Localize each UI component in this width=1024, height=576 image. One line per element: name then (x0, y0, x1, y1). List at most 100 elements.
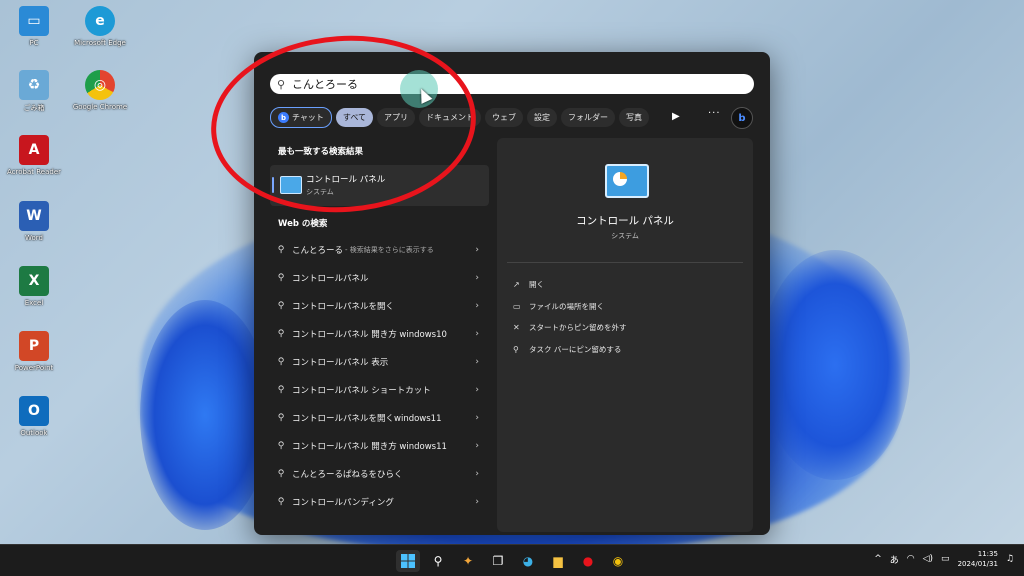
filter-web[interactable]: ウェブ (485, 108, 524, 127)
web-search-item[interactable]: ⚲ コントロールパネルを開くwindows11 › (270, 404, 489, 432)
desktop-icon-recycle-bin[interactable]: ♻ ごみ箱 (2, 70, 66, 113)
powerpoint-icon: P (19, 331, 49, 361)
chevron-right-icon: › (475, 385, 479, 395)
search-icon: ⚲ (277, 497, 285, 507)
recycle-bin-icon: ♻ (19, 70, 49, 100)
search-icon: ⚲ (276, 77, 286, 91)
folder-icon: ▭ (513, 301, 521, 311)
taskbar-file-explorer[interactable]: ▆ (546, 550, 570, 572)
notification-bell-icon[interactable]: ♫ (1006, 554, 1014, 564)
chevron-right-icon: › (475, 329, 479, 339)
web-search-item[interactable]: ⚲ コントロールパネル 表示 › (270, 348, 489, 376)
filter-chat[interactable]: b チャット (270, 107, 332, 128)
task-view-button[interactable]: ❐ (486, 550, 510, 572)
web-search-item[interactable]: ⚲ コントロールパネルを開く › (270, 292, 489, 320)
more-options-icon[interactable]: ··· (708, 108, 721, 119)
action-pin-taskbar[interactable]: ⚲ タスク バーにピン留めする (513, 339, 627, 361)
web-search-item[interactable]: ⚲ コントロールパネル ショートカット › (270, 376, 489, 404)
system-tray: ^ あ ◠ ◁) ▭ 11:35 2024/01/31 ♫ (874, 549, 1014, 569)
web-search-item[interactable]: ⚲ コントロールパンディング › (270, 488, 489, 516)
bing-chat-icon: b (278, 112, 289, 123)
search-icon: ⚲ (277, 357, 285, 367)
search-icon: ⚲ (277, 413, 285, 423)
web-search-item[interactable]: ⚲ こんとろーるぱねるをひらく › (270, 460, 489, 488)
desktop-icon-edge[interactable]: e Microsoft Edge (68, 6, 132, 47)
desktop-icon-powerpoint[interactable]: P PowerPoint (2, 331, 66, 372)
desktop-icon-label: PowerPoint (14, 364, 54, 372)
preview-subtitle: システム (611, 232, 639, 240)
taskbar-apps: ⚲ ✦ ❐ ◕ ▆ ● ◉ (396, 550, 630, 572)
search-icon: ⚲ (277, 245, 285, 255)
desktop-icon-excel[interactable]: X Excel (2, 266, 66, 307)
pc-icon: ▭ (19, 6, 49, 36)
search-input[interactable] (292, 77, 732, 91)
bing-icon[interactable]: b (731, 107, 753, 129)
taskbar: ⚲ ✦ ❐ ◕ ▆ ● ◉ ^ あ ◠ ◁) ▭ 11:35 2024/01/3… (0, 544, 1024, 576)
web-search-item[interactable]: ⚲ コントロールパネル 開き方 windows10 › (270, 320, 489, 348)
search-icon: ⚲ (277, 469, 285, 479)
action-open-file-location[interactable]: ▭ ファイルの場所を開く (513, 296, 627, 318)
action-open[interactable]: ↗ 開く (513, 274, 627, 296)
taskbar-recorder[interactable]: ● (576, 550, 600, 572)
chrome-icon: ◎ (85, 70, 115, 100)
web-search-item[interactable]: ⚲ コントロールパネル 開き方 windows11 › (270, 432, 489, 460)
action-unpin-start[interactable]: ✕ スタートからピン留めを外す (513, 317, 627, 339)
wifi-icon[interactable]: ◠ (907, 554, 915, 564)
preview-pane: コントロール パネル システム ↗ 開く ▭ ファイルの場所を開く ✕ スタート… (497, 138, 753, 532)
desktop-icon-outlook[interactable]: O Outlook (2, 396, 66, 437)
clock[interactable]: 11:35 2024/01/31 (958, 549, 998, 569)
web-search-heading: Web の検索 (278, 219, 328, 229)
web-search-list: ⚲ こんとろーる - 検索結果をさらに表示する › ⚲ コントロールパネル › … (270, 236, 489, 516)
filter-settings[interactable]: 設定 (527, 108, 558, 127)
filter-folders[interactable]: フォルダー (561, 108, 616, 127)
wallpaper-bloom-left (140, 300, 270, 530)
ime-indicator[interactable]: あ (890, 553, 899, 566)
filter-photos[interactable]: 写真 (619, 108, 650, 127)
filter-apps[interactable]: アプリ (377, 108, 416, 127)
selection-accent (272, 177, 274, 193)
word-icon: W (19, 201, 49, 231)
open-icon: ↗ (513, 280, 520, 290)
desktop-icon-acrobat[interactable]: A Acrobat Reader (2, 135, 66, 176)
chevron-right-icon: › (475, 413, 479, 423)
search-icon: ⚲ (277, 301, 285, 311)
web-search-item[interactable]: ⚲ コントロールパネル › (270, 264, 489, 292)
taskbar-chrome[interactable]: ◉ (606, 550, 630, 572)
wallpaper-bloom-right (760, 250, 910, 480)
windows-logo-icon (401, 554, 415, 568)
search-icon: ⚲ (277, 329, 285, 339)
desktop-icon-pc[interactable]: ▭ PC (2, 6, 66, 47)
copilot-icon: ✦ (462, 554, 474, 568)
clock-time: 11:35 (977, 550, 998, 558)
desktop-icon-label: Outlook (20, 429, 48, 437)
taskbar-edge[interactable]: ◕ (516, 550, 540, 572)
filter-all[interactable]: すべて (335, 108, 374, 127)
desktop-icon-label: PC (29, 39, 39, 47)
best-match-item[interactable]: コントロール パネル システム (270, 165, 489, 206)
edge-icon: e (85, 6, 115, 36)
filter-documents[interactable]: ドキュメント (419, 108, 482, 127)
start-button[interactable] (396, 550, 420, 572)
desktop-icon-label: Word (25, 234, 43, 242)
best-match-title: コントロール パネル (306, 175, 386, 185)
desktop-icon-label: Google Chrome (72, 103, 128, 111)
search-box[interactable]: ⚲ (270, 74, 754, 94)
filter-chips: b チャット すべて アプリ ドキュメント ウェブ 設定 フォルダー 写真 (270, 107, 650, 128)
chevron-right-icon: › (475, 469, 479, 479)
web-search-item[interactable]: ⚲ こんとろーる - 検索結果をさらに表示する › (270, 236, 489, 264)
battery-icon[interactable]: ▭ (941, 554, 950, 564)
control-panel-icon (605, 164, 649, 198)
search-icon: ⚲ (433, 554, 443, 568)
chevron-right-icon: › (475, 273, 479, 283)
taskbar-search-button[interactable]: ⚲ (426, 550, 450, 572)
desktop-icon-chrome[interactable]: ◎ Google Chrome (68, 70, 132, 111)
chevron-right-icon: › (475, 301, 479, 311)
desktop-icon-label: ごみ箱 (23, 104, 45, 112)
play-icon[interactable]: ▶ (672, 111, 680, 122)
copilot-button[interactable]: ✦ (456, 550, 480, 572)
unpin-icon: ✕ (513, 323, 520, 333)
chevron-right-icon: › (475, 497, 479, 507)
tray-chevron-icon[interactable]: ^ (874, 554, 882, 564)
desktop-icon-word[interactable]: W Word (2, 201, 66, 242)
speaker-icon[interactable]: ◁) (923, 554, 933, 564)
